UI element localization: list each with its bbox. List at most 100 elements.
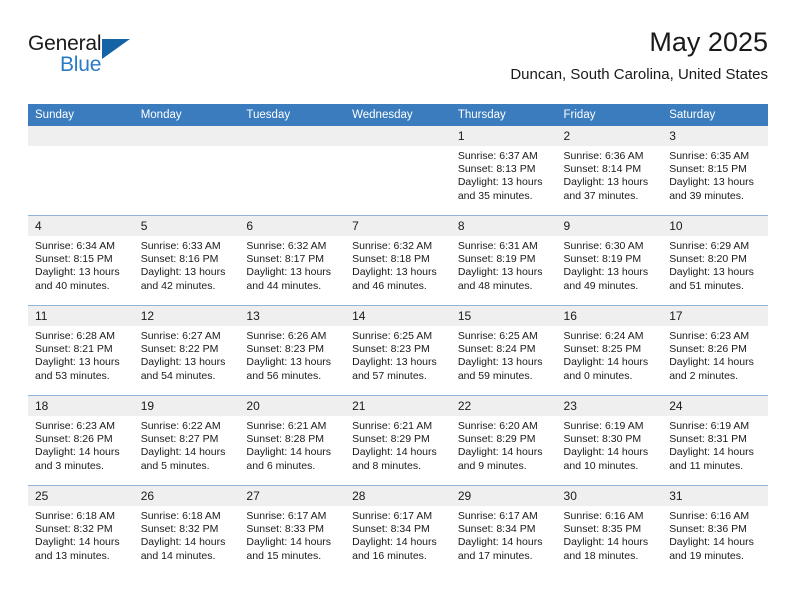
day-cell[interactable]: 6 Sunrise: 6:32 AM Sunset: 8:17 PM Dayli… <box>239 215 346 306</box>
daylight-text-cont: and 46 minutes. <box>352 279 427 292</box>
day-details: Sunrise: 6:17 AM Sunset: 8:34 PM Dayligh… <box>451 506 557 563</box>
day-number: 11 <box>28 306 134 326</box>
day-number: 23 <box>556 396 663 416</box>
day-cell[interactable]: 11 Sunrise: 6:28 AM Sunset: 8:21 PM Dayl… <box>28 305 134 396</box>
daylight-text: Daylight: 14 hours <box>563 536 649 549</box>
day-cell[interactable]: 23 Sunrise: 6:19 AM Sunset: 8:30 PM Dayl… <box>556 395 663 486</box>
day-cell[interactable]: 20 Sunrise: 6:21 AM Sunset: 8:28 PM Dayl… <box>239 395 346 486</box>
day-details: Sunrise: 6:26 AM Sunset: 8:23 PM Dayligh… <box>239 326 345 383</box>
day-cell[interactable]: 22 Sunrise: 6:20 AM Sunset: 8:29 PM Dayl… <box>450 395 557 486</box>
daylight-text-cont: and 10 minutes. <box>563 459 639 472</box>
day-details: Sunrise: 6:16 AM Sunset: 8:36 PM Dayligh… <box>662 506 768 563</box>
sunrise-text: Sunrise: 6:18 AM <box>140 510 221 522</box>
sunset-text: Sunset: 8:30 PM <box>563 433 642 446</box>
sunset-text: Sunset: 8:35 PM <box>563 523 642 536</box>
weekday-header-saturday: Saturday <box>662 104 768 126</box>
day-number: 19 <box>133 396 240 416</box>
day-cell[interactable]: 30 Sunrise: 6:16 AM Sunset: 8:35 PM Dayl… <box>556 485 663 575</box>
day-number: 1 <box>450 126 557 146</box>
daylight-text: Daylight: 14 hours <box>140 446 226 459</box>
day-cell[interactable]: 21 Sunrise: 6:21 AM Sunset: 8:29 PM Dayl… <box>345 395 451 486</box>
sunrise-text: Sunrise: 6:28 AM <box>35 330 115 342</box>
day-cell[interactable]: 8 Sunrise: 6:31 AM Sunset: 8:19 PM Dayli… <box>450 215 557 306</box>
day-details: Sunrise: 6:18 AM Sunset: 8:32 PM Dayligh… <box>28 506 134 563</box>
page-title: May 2025 <box>649 27 768 57</box>
day-details: Sunrise: 6:19 AM Sunset: 8:30 PM Dayligh… <box>557 416 663 473</box>
sunrise-text: Sunrise: 6:34 AM <box>35 240 115 252</box>
daylight-text-cont: and 3 minutes. <box>35 459 104 472</box>
daylight-text: Daylight: 13 hours <box>35 266 120 279</box>
calendar-week-row: 4 Sunrise: 6:34 AM Sunset: 8:15 PM Dayli… <box>28 215 768 306</box>
day-cell[interactable]: 7 Sunrise: 6:32 AM Sunset: 8:18 PM Dayli… <box>345 215 451 306</box>
day-number: 3 <box>662 126 768 146</box>
sunset-text: Sunset: 8:29 PM <box>457 433 536 446</box>
day-number: 6 <box>239 216 346 236</box>
day-details: Sunrise: 6:28 AM Sunset: 8:21 PM Dayligh… <box>28 326 134 383</box>
daylight-text-cont: and 42 minutes. <box>140 279 216 292</box>
day-details: Sunrise: 6:19 AM Sunset: 8:31 PM Dayligh… <box>662 416 768 473</box>
daylight-text: Daylight: 13 hours <box>246 266 332 279</box>
daylight-text: Daylight: 14 hours <box>246 536 332 549</box>
location-subtitle: Duncan, South Carolina, United States <box>510 66 768 83</box>
day-cell[interactable]: 26 Sunrise: 6:18 AM Sunset: 8:32 PM Dayl… <box>133 485 240 575</box>
day-cell[interactable]: 3 Sunrise: 6:35 AM Sunset: 8:15 PM Dayli… <box>662 126 768 216</box>
sunrise-text: Sunrise: 6:29 AM <box>669 240 750 252</box>
day-number: 17 <box>662 306 768 326</box>
sunset-text: Sunset: 8:27 PM <box>140 433 219 446</box>
day-cell[interactable]: 19 Sunrise: 6:22 AM Sunset: 8:27 PM Dayl… <box>133 395 240 486</box>
daylight-text: Daylight: 13 hours <box>35 356 120 369</box>
day-number: 2 <box>556 126 663 146</box>
sunrise-text: Sunrise: 6:33 AM <box>140 240 221 252</box>
daylight-text-cont: and 17 minutes. <box>457 549 533 562</box>
day-number: 29 <box>450 486 557 506</box>
day-details: Sunrise: 6:25 AM Sunset: 8:23 PM Dayligh… <box>345 326 451 383</box>
sunset-text: Sunset: 8:25 PM <box>563 343 642 356</box>
day-number: 8 <box>450 216 557 236</box>
day-cell[interactable]: 27 Sunrise: 6:17 AM Sunset: 8:33 PM Dayl… <box>239 485 346 575</box>
daylight-text-cont: and 6 minutes. <box>246 459 316 472</box>
sunrise-text: Sunrise: 6:23 AM <box>669 330 750 342</box>
sunset-text: Sunset: 8:23 PM <box>246 343 325 356</box>
sunrise-text: Sunrise: 6:23 AM <box>35 420 115 432</box>
daylight-text: Daylight: 13 hours <box>669 176 754 189</box>
day-cell[interactable]: 16 Sunrise: 6:24 AM Sunset: 8:25 PM Dayl… <box>556 305 663 396</box>
day-cell[interactable]: 4 Sunrise: 6:34 AM Sunset: 8:15 PM Dayli… <box>28 215 134 306</box>
sunrise-text: Sunrise: 6:17 AM <box>352 510 433 522</box>
day-details: Sunrise: 6:17 AM Sunset: 8:33 PM Dayligh… <box>239 506 345 563</box>
weekday-header-row: Sunday Monday Tuesday Wednesday Thursday… <box>28 104 768 126</box>
day-number: 16 <box>556 306 663 326</box>
calendar-week-row: 11 Sunrise: 6:28 AM Sunset: 8:21 PM Dayl… <box>28 305 768 396</box>
day-number: 24 <box>662 396 768 416</box>
day-cell[interactable]: 14 Sunrise: 6:25 AM Sunset: 8:23 PM Dayl… <box>345 305 451 396</box>
day-number: 15 <box>450 306 557 326</box>
daylight-text: Daylight: 14 hours <box>457 536 543 549</box>
sunrise-text: Sunrise: 6:17 AM <box>457 510 538 522</box>
daylight-text: Daylight: 14 hours <box>352 536 437 549</box>
day-cell[interactable]: 29 Sunrise: 6:17 AM Sunset: 8:34 PM Dayl… <box>450 485 557 575</box>
day-cell[interactable]: 17 Sunrise: 6:23 AM Sunset: 8:26 PM Dayl… <box>662 305 768 396</box>
day-cell[interactable]: 2 Sunrise: 6:36 AM Sunset: 8:14 PM Dayli… <box>556 126 663 216</box>
day-cell[interactable]: 15 Sunrise: 6:25 AM Sunset: 8:24 PM Dayl… <box>450 305 557 396</box>
day-cell[interactable]: 9 Sunrise: 6:30 AM Sunset: 8:19 PM Dayli… <box>556 215 663 306</box>
daylight-text: Daylight: 14 hours <box>457 446 543 459</box>
day-cell[interactable]: 31 Sunrise: 6:16 AM Sunset: 8:36 PM Dayl… <box>662 485 768 575</box>
daylight-text-cont: and 14 minutes. <box>140 549 216 562</box>
day-cell[interactable]: 1 Sunrise: 6:37 AM Sunset: 8:13 PM Dayli… <box>450 126 557 216</box>
daylight-text: Daylight: 13 hours <box>352 356 437 369</box>
daylight-text-cont: and 40 minutes. <box>35 279 110 292</box>
day-cell[interactable]: 28 Sunrise: 6:17 AM Sunset: 8:34 PM Dayl… <box>345 485 451 575</box>
day-cell[interactable]: 10 Sunrise: 6:29 AM Sunset: 8:20 PM Dayl… <box>662 215 768 306</box>
daylight-text-cont: and 13 minutes. <box>35 549 110 562</box>
day-cell[interactable]: 24 Sunrise: 6:19 AM Sunset: 8:31 PM Dayl… <box>662 395 768 486</box>
day-details: Sunrise: 6:25 AM Sunset: 8:24 PM Dayligh… <box>451 326 557 383</box>
sunset-text: Sunset: 8:26 PM <box>669 343 747 356</box>
day-cell[interactable]: 25 Sunrise: 6:18 AM Sunset: 8:32 PM Dayl… <box>28 485 134 575</box>
day-details: Sunrise: 6:30 AM Sunset: 8:19 PM Dayligh… <box>557 236 663 293</box>
day-cell[interactable]: 12 Sunrise: 6:27 AM Sunset: 8:22 PM Dayl… <box>133 305 240 396</box>
day-cell[interactable]: 5 Sunrise: 6:33 AM Sunset: 8:16 PM Dayli… <box>133 215 240 306</box>
day-cell[interactable]: 13 Sunrise: 6:26 AM Sunset: 8:23 PM Dayl… <box>239 305 346 396</box>
day-cell[interactable]: 18 Sunrise: 6:23 AM Sunset: 8:26 PM Dayl… <box>28 395 134 486</box>
daylight-text: Daylight: 14 hours <box>563 446 649 459</box>
daylight-text-cont: and 56 minutes. <box>246 369 322 382</box>
sunset-text: Sunset: 8:17 PM <box>246 253 325 266</box>
